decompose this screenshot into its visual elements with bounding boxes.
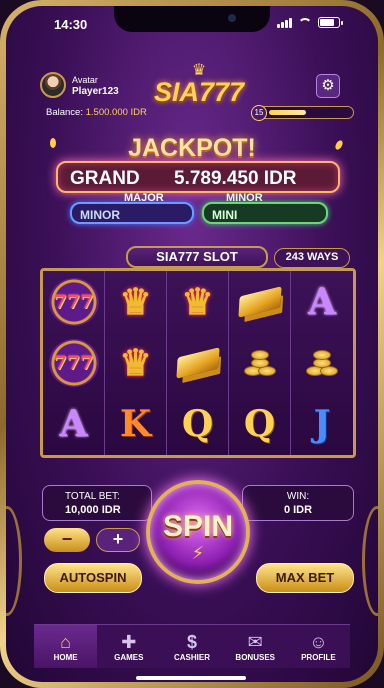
reel-column: ♛ Q — [167, 271, 229, 455]
spin-button[interactable]: SPIN ⚡ — [146, 480, 250, 584]
win-value: 0 IDR — [283, 504, 313, 516]
signal-icon — [277, 17, 292, 28]
gold-coins-icon — [242, 348, 278, 378]
autospin-button[interactable]: AUTOSPIN — [44, 563, 142, 593]
nav-home[interactable]: ⌂ HOME — [34, 625, 98, 668]
spin-label: SPIN — [162, 510, 234, 543]
gold-bars-icon — [175, 347, 220, 379]
symbol-gold-bars — [167, 332, 228, 393]
balance-label: Balance: — [46, 107, 83, 118]
gift-icon: ✉ — [247, 632, 263, 652]
minor-label: MINOR — [80, 208, 120, 222]
slot-title: SIA777 SLOT — [126, 246, 268, 268]
symbol-gold-coins — [229, 332, 290, 393]
ways-badge: 243 WAYS — [274, 248, 350, 268]
symbol-777: 777 — [43, 332, 104, 393]
mini-jackpot: MINOR MINI — [202, 192, 328, 224]
settings-button[interactable]: ⚙ — [316, 74, 340, 98]
symbol-777: 777 — [43, 271, 104, 332]
reel-column: 777 777 A — [43, 271, 105, 455]
symbol-letter-a: A — [308, 280, 336, 323]
slot-reels: 777 777 A ♛ ♛ K ♛ Q Q A J — [40, 268, 356, 458]
wifi-icon — [298, 17, 312, 28]
gold-bars-icon — [237, 285, 282, 318]
gold-coins-icon — [304, 348, 340, 378]
symbol-crown: ♛ — [105, 332, 166, 393]
nav-label: HOME — [53, 653, 78, 662]
battery-icon — [318, 17, 343, 28]
app-screen: 14:30 Avatar Player123 ♛ SIA777 ⚙ Balanc… — [6, 6, 378, 682]
nav-profile[interactable]: ☺ PROFILE — [287, 625, 350, 668]
jackpot-title: JACKPOT! — [128, 134, 256, 162]
level-badge: 15 — [251, 105, 267, 121]
nav-label: CASHIER — [174, 653, 211, 662]
symbol-crown: ♛ — [167, 271, 228, 332]
ornament-decoration — [6, 506, 22, 616]
symbol-gold-bars — [229, 271, 290, 332]
nav-label: BONUSES — [235, 653, 275, 662]
increase-bet-button[interactable]: + — [96, 528, 140, 552]
reel-column: ♛ ♛ K — [105, 271, 167, 455]
logo-text: SIA777 — [153, 77, 245, 107]
symbol-gold-coins — [291, 332, 353, 393]
crown-icon: ♛ — [181, 280, 214, 323]
level-progress-bar: 15 — [251, 105, 354, 121]
symbol-letter-j: J — [313, 403, 331, 446]
status-time: 14:30 — [54, 17, 88, 32]
app-header: Avatar Player123 ♛ SIA777 ⚙ — [6, 60, 378, 106]
total-bet-label: TOTAL BET: — [65, 491, 120, 502]
camera-icon — [228, 14, 236, 22]
home-indicator — [136, 676, 246, 680]
dollar-icon: $ — [187, 632, 198, 652]
symbol-letter-q: Q — [243, 403, 276, 446]
app-logo: ♛ SIA777 — [144, 62, 254, 107]
grand-jackpot: GRAND 5.789.450 IDR — [56, 161, 340, 193]
total-bet-panel: TOTAL BET: 10,000 IDR — [42, 485, 152, 521]
minor-jackpot: MAJOR MINOR — [70, 192, 194, 224]
system-icons — [277, 17, 343, 28]
gamepad-icon: ✚ — [121, 632, 137, 652]
nav-label: PROFILE — [301, 653, 336, 662]
crown-icon: ♛ — [191, 62, 207, 79]
balance-row: Balance: 1.500.000 IDR 15 — [6, 105, 378, 121]
nav-games[interactable]: ✚ GAMES — [97, 625, 160, 668]
nav-cashier[interactable]: $ CASHIER — [160, 625, 223, 668]
user-icon: ☺ — [309, 632, 328, 652]
symbol-letter-a: A — [59, 403, 88, 446]
level-progress-fill — [269, 110, 306, 115]
avatar[interactable] — [40, 72, 66, 98]
grand-amount: 5.789.450 IDR — [174, 168, 297, 189]
reel-column: Q — [229, 271, 291, 455]
nav-bonuses[interactable]: ✉ BONUSES — [224, 625, 287, 668]
decrease-bet-button[interactable]: − — [44, 528, 90, 552]
crown-icon: ♛ — [119, 280, 152, 323]
avatar-label: Avatar — [72, 75, 98, 85]
home-icon: ⌂ — [60, 632, 72, 652]
phone-frame: 14:30 Avatar Player123 ♛ SIA777 ⚙ Balanc… — [0, 0, 384, 688]
win-panel: WIN: 0 IDR — [242, 485, 354, 521]
reel-column: AJ — [291, 271, 353, 455]
player-name: Player123 — [72, 86, 119, 97]
balance: Balance: 1.500.000 IDR — [46, 107, 147, 118]
balance-value: 1.500.000 IDR — [85, 107, 147, 118]
major-caption: MAJOR — [124, 192, 164, 204]
user-info: Avatar Player123 — [72, 74, 119, 98]
max-bet-button[interactable]: MAX BET — [256, 563, 354, 593]
ornament-decoration — [362, 506, 378, 616]
lightning-icon: ⚡ — [191, 543, 205, 563]
grand-label: GRAND — [70, 168, 140, 189]
notch — [114, 6, 270, 32]
symbol-crown: ♛ — [105, 271, 166, 332]
symbol-letter-k: K — [119, 403, 152, 446]
minor-caption: MINOR — [226, 192, 263, 204]
bottom-nav: ⌂ HOME ✚ GAMES $ CASHIER ✉ BONUSES ☺ PRO… — [34, 624, 350, 668]
symbol-letter-q: Q — [181, 403, 214, 446]
win-label: WIN: — [286, 491, 310, 502]
total-bet-value: 10,000 IDR — [65, 504, 121, 516]
crown-icon: ♛ — [119, 341, 152, 384]
nav-label: GAMES — [114, 653, 144, 662]
gear-icon: ⚙ — [321, 77, 335, 94]
mini-label: MINI — [212, 208, 238, 222]
